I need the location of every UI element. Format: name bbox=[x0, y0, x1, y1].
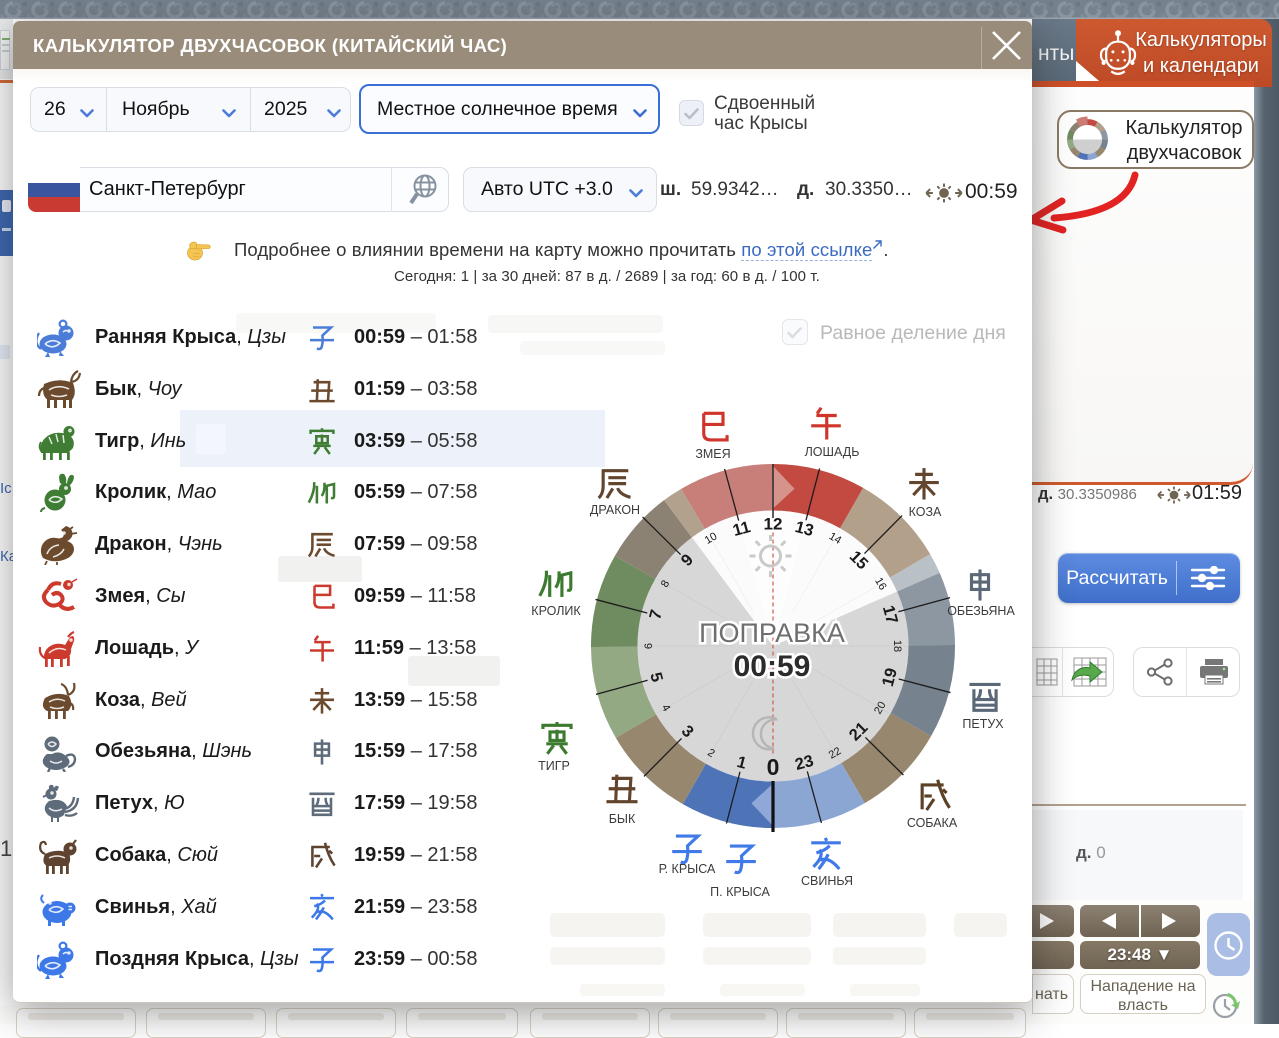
svg-text:ПЕТУХ: ПЕТУХ bbox=[962, 717, 1004, 731]
svg-text:12: 12 bbox=[764, 515, 783, 534]
svg-text:ОБЕЗЬЯНА: ОБЕЗЬЯНА bbox=[947, 604, 1015, 618]
svg-text:18: 18 bbox=[891, 640, 903, 652]
svg-text:Р. КРЫСА: Р. КРЫСА bbox=[659, 862, 716, 876]
svg-text:ЗМЕЯ: ЗМЕЯ bbox=[695, 447, 730, 461]
svg-text:6: 6 bbox=[643, 643, 655, 649]
svg-text:КОЗА: КОЗА bbox=[909, 505, 942, 519]
svg-text:БЫК: БЫК bbox=[609, 812, 636, 826]
svg-text:СОБАКА: СОБАКА bbox=[907, 816, 958, 830]
svg-text:ЛОШАДЬ: ЛОШАДЬ bbox=[805, 445, 860, 459]
svg-text:СВИНЬЯ: СВИНЬЯ bbox=[801, 874, 853, 888]
svg-text:ПОПРАВКА: ПОПРАВКА bbox=[699, 618, 845, 648]
svg-text:П. КРЫСА: П. КРЫСА bbox=[710, 885, 770, 899]
svg-text:ДРАКОН: ДРАКОН bbox=[590, 503, 640, 517]
svg-text:ТИГР: ТИГР bbox=[538, 759, 570, 773]
svg-text:КРОЛИК: КРОЛИК bbox=[531, 604, 581, 618]
svg-text:00:59: 00:59 bbox=[734, 650, 811, 683]
svg-text:0: 0 bbox=[767, 754, 780, 780]
